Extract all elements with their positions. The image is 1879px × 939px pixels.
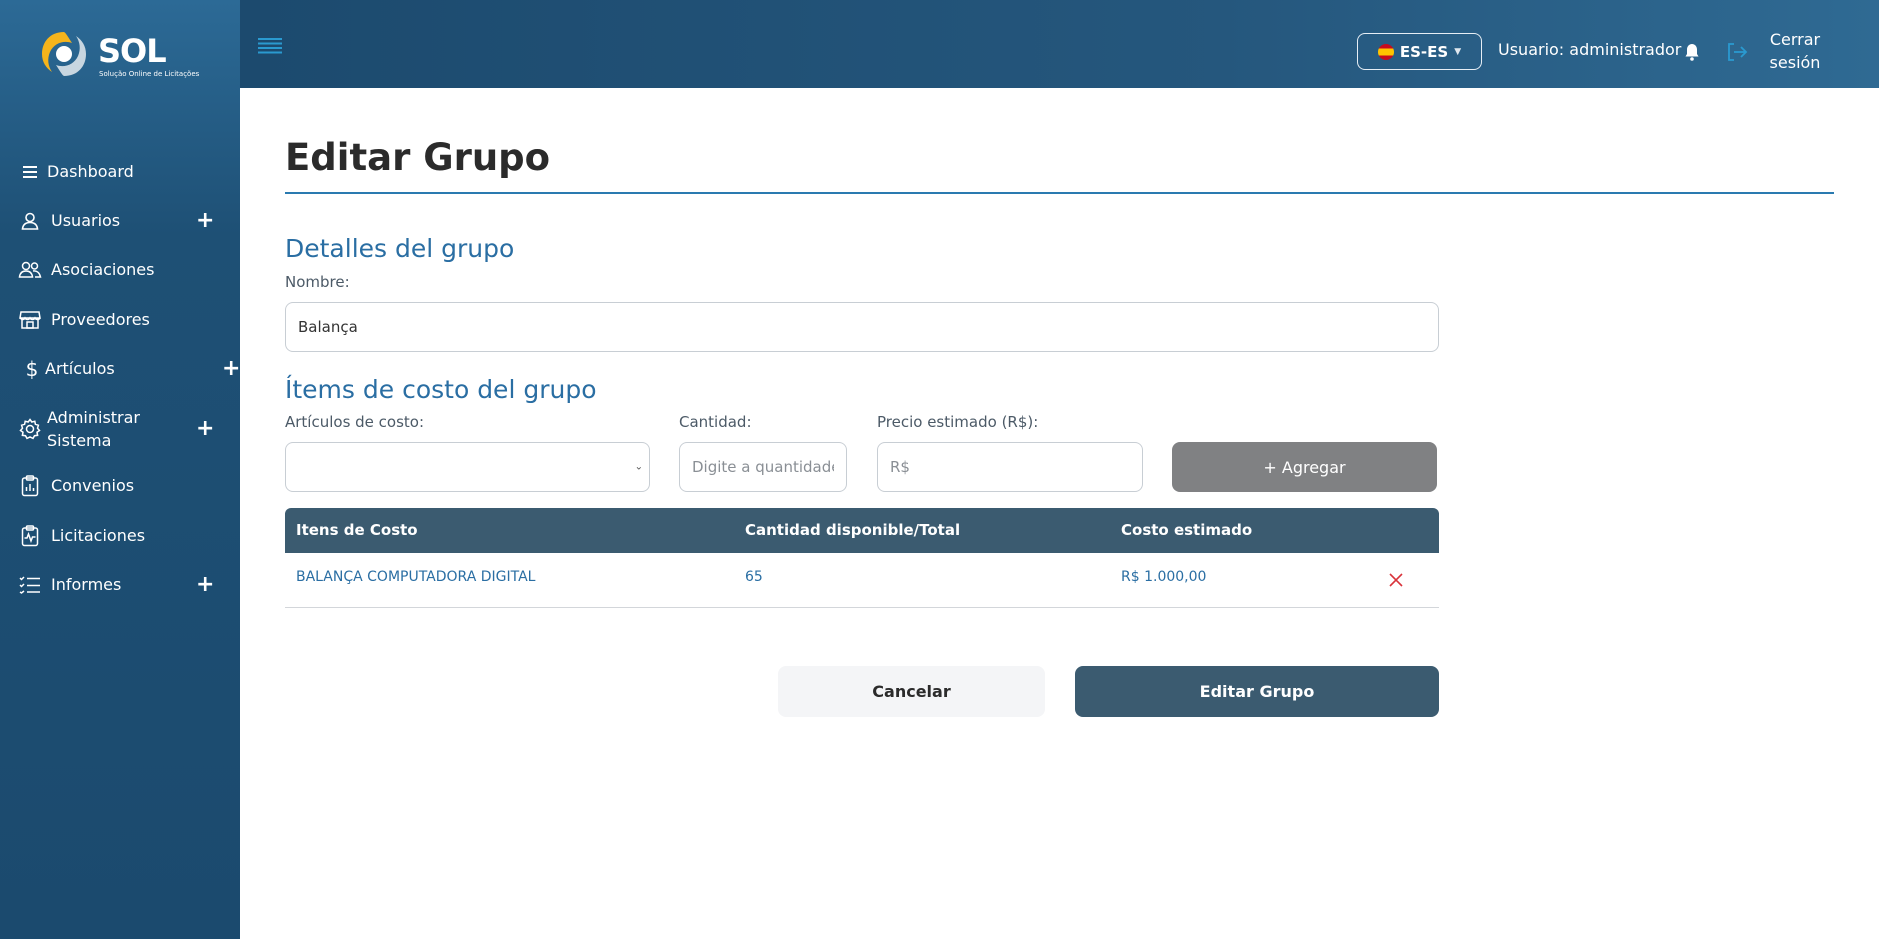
sidebar-item-dashboard[interactable]: Dashboard: [0, 150, 240, 194]
column-header-cost: Costo estimado: [1121, 521, 1253, 539]
gear-icon: [18, 417, 42, 441]
sidebar-item-label: Dashboard: [47, 162, 134, 181]
sidebar-item-label: Asociaciones: [51, 260, 155, 279]
edit-group-button[interactable]: Editar Grupo: [1075, 666, 1439, 717]
sidebar-item-proveedores[interactable]: Proveedores: [0, 298, 240, 342]
quantity-input[interactable]: [679, 442, 847, 492]
logout-button[interactable]: Cerrar sesión: [1760, 28, 1830, 74]
expand-plus-icon[interactable]: +: [196, 418, 214, 440]
group-name-input[interactable]: [285, 302, 1439, 352]
clipboard-pulse-icon: [18, 524, 42, 548]
price-label: Precio estimado (R$):: [877, 413, 1039, 431]
language-code: ES-ES: [1399, 42, 1449, 61]
logo-swirl-icon: [42, 32, 86, 76]
sidebar-item-asociaciones[interactable]: Asociaciones: [0, 248, 240, 292]
expand-plus-icon[interactable]: +: [196, 574, 214, 596]
brand-name: SOL: [98, 32, 167, 70]
sidebar-item-label: Licitaciones: [51, 526, 146, 545]
sidebar-item-label: Convenios: [51, 476, 135, 495]
sol-logo[interactable]: SOL Solução Online de Licitações: [38, 26, 208, 82]
delete-icon[interactable]: [1388, 572, 1404, 588]
page-title: Editar Grupo: [285, 136, 551, 179]
sidebar-item-articulos[interactable]: $ Artículos +: [0, 347, 241, 391]
sidebar-item-administrar-sistema[interactable]: Administrar Sistema +: [0, 404, 240, 454]
sidebar-item-convenios[interactable]: Convenios: [0, 464, 240, 508]
column-header-quantity: Cantidad disponible/Total: [745, 521, 961, 539]
sidebar: SOL Solução Online de Licitações Dashboa…: [0, 0, 240, 939]
cancel-button[interactable]: Cancelar: [778, 666, 1045, 717]
title-divider: [285, 192, 1834, 194]
user-icon: [18, 209, 42, 233]
sidebar-item-label: Proveedores: [51, 310, 150, 329]
current-user: Usuario: administrador: [1498, 40, 1682, 59]
expand-plus-icon[interactable]: +: [222, 358, 240, 380]
cell-item-name: BALANÇA COMPUTADORA DIGITAL: [296, 569, 536, 585]
cell-cost: R$ 1.000,00: [1121, 569, 1207, 585]
expand-plus-icon[interactable]: +: [196, 210, 214, 232]
sidebar-item-licitaciones[interactable]: Licitaciones: [0, 514, 240, 558]
column-header-item: Itens de Costo: [296, 521, 418, 539]
table-header: Itens de Costo Cantidad disponible/Total…: [285, 508, 1439, 553]
spain-flag-icon: [1377, 43, 1394, 60]
list-check-icon: [18, 573, 42, 597]
add-cost-item-button[interactable]: + Agregar: [1172, 442, 1437, 492]
price-input[interactable]: [877, 442, 1143, 492]
cell-quantity: 65: [745, 569, 763, 585]
sidebar-item-label: Administrar Sistema: [47, 408, 141, 450]
sidebar-item-label: Artículos: [45, 359, 115, 378]
brand-tagline: Solução Online de Licitações: [99, 70, 200, 78]
bell-icon[interactable]: [1684, 43, 1700, 61]
hamburger-menu-icon[interactable]: [258, 38, 282, 54]
quantity-label: Cantidad:: [679, 413, 752, 431]
sidebar-item-label: Informes: [51, 575, 122, 594]
language-selector[interactable]: ES-ES ▼: [1357, 33, 1482, 70]
name-label: Nombre:: [285, 273, 350, 291]
sidebar-item-label: Usuarios: [51, 211, 121, 230]
dollar-icon: $: [25, 357, 39, 381]
logout-icon[interactable]: [1726, 42, 1748, 62]
group-details-title: Detalles del grupo: [285, 234, 515, 263]
sidebar-item-informes[interactable]: Informes +: [0, 563, 240, 607]
sidebar-item-usuarios[interactable]: Usuarios +: [0, 199, 240, 243]
clipboard-chart-icon: [18, 474, 42, 498]
top-bar: ES-ES ▼ Usuario: administrador Cerrar se…: [240, 0, 1879, 88]
cost-article-label: Artículos de costo:: [285, 413, 425, 431]
cost-items-title: Ítems de costo del grupo: [285, 375, 597, 404]
chevron-down-icon: ▼: [1454, 46, 1462, 57]
chevron-down-icon: ⌄: [634, 461, 643, 473]
table-row: BALANÇA COMPUTADORA DIGITAL 65 R$ 1.000,…: [285, 553, 1439, 608]
store-icon: [18, 308, 42, 332]
menu-icon: [18, 160, 42, 184]
users-icon: [18, 258, 42, 282]
cost-article-select[interactable]: ⌄: [285, 442, 650, 492]
